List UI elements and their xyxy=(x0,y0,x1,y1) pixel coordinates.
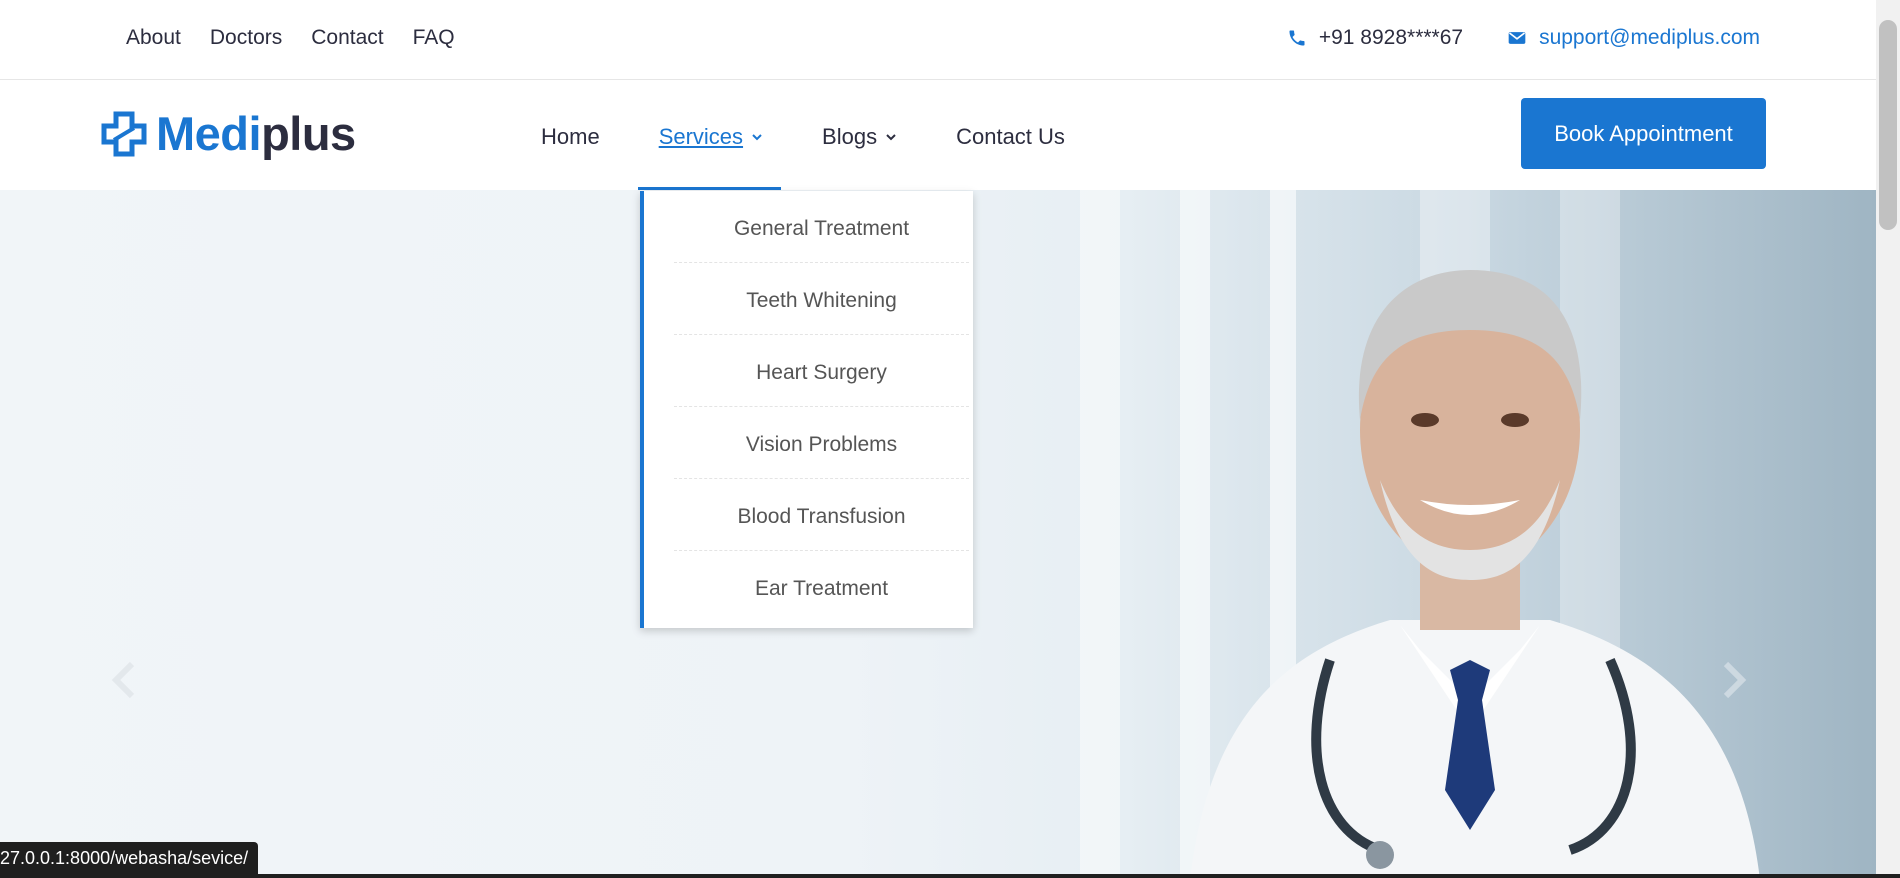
nav-contact-us[interactable]: Contact Us xyxy=(956,124,1065,150)
dropdown-item[interactable]: Blood Transfusion xyxy=(674,479,969,551)
book-appointment-button[interactable]: Book Appointment xyxy=(1521,98,1766,169)
top-links: About Doctors Contact FAQ xyxy=(126,26,455,50)
chevron-down-icon xyxy=(885,131,897,143)
dropdown-item-label: General Treatment xyxy=(733,216,910,240)
email-address: support@mediplus.com xyxy=(1539,26,1760,49)
nav-services[interactable]: Services xyxy=(659,124,763,150)
background-pillar xyxy=(1080,190,1120,878)
dropdown-item-label: Heart Surgery xyxy=(756,360,887,384)
phone-number: +91 8928****67 xyxy=(1318,26,1464,49)
dropdown-item[interactable]: Teeth Whitening xyxy=(674,263,969,335)
services-dropdown: General Treatment Teeth Whitening Heart … xyxy=(640,191,973,628)
top-link-contact[interactable]: Contact xyxy=(311,26,383,50)
top-bar: About Doctors Contact FAQ +91 8928****67… xyxy=(0,0,1876,80)
slider-prev-arrow[interactable] xyxy=(110,660,140,700)
top-link-doctors[interactable]: Doctors xyxy=(210,26,282,50)
logo[interactable]: Mediplus xyxy=(100,106,356,161)
link-status-bar: 27.0.0.1:8000/webasha/sevice/ xyxy=(0,842,259,874)
scrollbar-thumb[interactable] xyxy=(1879,20,1897,230)
envelope-icon xyxy=(1507,28,1527,48)
nav-services-label: Services xyxy=(658,124,744,149)
nav-home-label: Home xyxy=(541,124,600,149)
nav-home[interactable]: Home xyxy=(541,124,600,150)
top-contact: +91 8928****67 support@mediplus.com xyxy=(1287,26,1760,50)
dropdown-item[interactable]: Heart Surgery xyxy=(674,335,969,407)
phone-contact[interactable]: +91 8928****67 xyxy=(1287,26,1463,50)
main-nav: Home Services Blogs Contact Us xyxy=(541,124,1124,150)
brand-name-part2: plus xyxy=(261,107,356,160)
dropdown-item[interactable]: Ear Treatment xyxy=(674,551,969,623)
medical-cross-icon xyxy=(100,110,148,158)
dropdown-item[interactable]: Vision Problems xyxy=(674,407,969,479)
main-header: Mediplus Home Services Blogs Contact Us … xyxy=(0,80,1876,190)
dropdown-item-label: Blood Transfusion xyxy=(737,504,906,528)
doctor-image xyxy=(1150,230,1790,878)
window-bottom-edge xyxy=(0,874,1900,878)
nav-blogs[interactable]: Blogs xyxy=(822,124,897,150)
dropdown-item-label: Vision Problems xyxy=(745,432,898,456)
slider-next-arrow[interactable] xyxy=(1718,660,1748,700)
top-link-about[interactable]: About xyxy=(126,26,181,50)
nav-blogs-label: Blogs xyxy=(822,124,878,149)
email-contact[interactable]: support@mediplus.com xyxy=(1507,26,1760,50)
nav-contact-us-label: Contact Us xyxy=(956,124,1065,149)
chevron-down-icon xyxy=(751,131,763,143)
dropdown-item-label: Teeth Whitening xyxy=(746,288,897,312)
chevron-left-icon xyxy=(111,661,135,699)
dropdown-item[interactable]: General Treatment xyxy=(674,191,969,263)
top-link-faq[interactable]: FAQ xyxy=(413,26,455,50)
dropdown-item-label: Ear Treatment xyxy=(754,577,889,600)
brand-name: Mediplus xyxy=(156,106,356,161)
brand-name-part1: Medi xyxy=(156,107,262,160)
phone-icon xyxy=(1287,28,1307,48)
chevron-right-icon xyxy=(1723,661,1747,699)
